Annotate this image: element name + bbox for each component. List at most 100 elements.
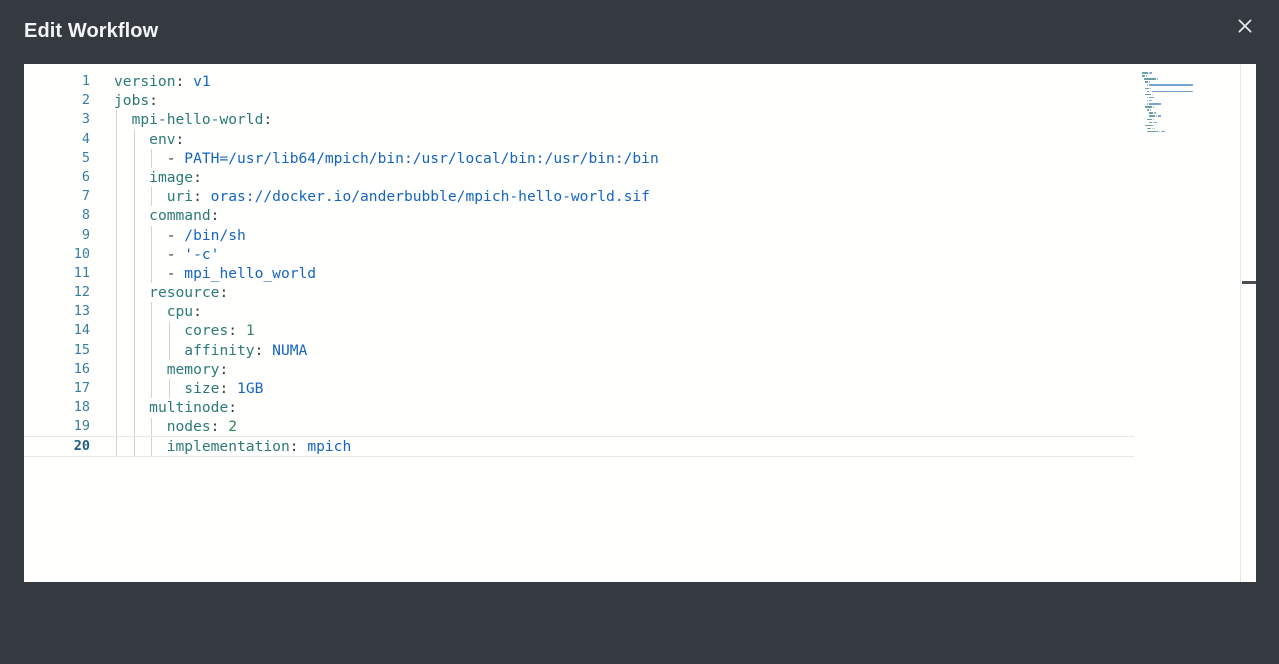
yaml-editor[interactable]: 1 2 3 4 5 6 7 8 9 10 11 12 13 14 15 16 17 18 19 20 version:… — [24, 64, 1256, 582]
minimap-line — [1148, 112, 1153, 114]
line-number: 2 — [81, 92, 90, 109]
minimap-line — [1142, 75, 1146, 77]
code-line[interactable]: - mpi_hello_world — [114, 264, 1256, 283]
code-line[interactable]: cpu: — [114, 302, 1256, 321]
code-content[interactable]: version: v1 jobs: mpi-hello-world: env: -… — [24, 72, 1256, 572]
code-token: memory — [166, 360, 220, 378]
code-line[interactable]: multinode: — [114, 398, 1256, 417]
code-token: implementation — [166, 437, 290, 455]
code-token: oras://docker.io/anderbubble/mpich-hello… — [210, 188, 650, 206]
code-token: : — [193, 303, 202, 321]
line-number: 5 — [81, 149, 90, 166]
minimap-line — [1148, 115, 1156, 117]
close-icon — [1236, 17, 1254, 35]
code-token: : — [193, 168, 202, 186]
close-button[interactable] — [1227, 8, 1263, 44]
code-token: nodes — [166, 418, 211, 436]
minimap-line — [1146, 99, 1148, 102]
code-line[interactable]: version: v1 — [114, 72, 1256, 91]
minimap-line — [1156, 78, 1158, 80]
minimap-line — [1150, 87, 1152, 90]
minimap-line — [1150, 72, 1152, 74]
code-token: '-c' — [184, 245, 220, 263]
minimap-line — [1148, 121, 1152, 124]
minimap-line — [1146, 118, 1152, 121]
editor-body[interactable]: 1 2 3 4 5 6 7 8 9 10 11 12 13 14 15 16 17 18 19 20 version:… — [24, 64, 1256, 582]
code-line[interactable]: affinity: NUMA — [114, 341, 1256, 360]
line-number: 15 — [73, 341, 90, 358]
code-token: version — [114, 73, 176, 90]
code-token: - — [114, 149, 185, 167]
code-token: NUMA — [272, 341, 308, 359]
code-token: /bin/sh — [184, 226, 246, 244]
code-line[interactable]: env: — [114, 130, 1256, 149]
code-line[interactable]: resource: — [114, 283, 1256, 302]
code-line[interactable]: - /bin/sh — [114, 226, 1256, 245]
code-token: : — [289, 437, 308, 455]
minimap-line — [1146, 109, 1150, 111]
minimap-line — [1148, 103, 1161, 105]
vertical-scrollbar[interactable] — [1240, 64, 1256, 582]
minimap-line — [1155, 112, 1157, 114]
minimap-line — [1146, 130, 1159, 133]
line-number: 1 — [81, 73, 90, 89]
code-line[interactable]: image: — [114, 168, 1256, 187]
line-number: 13 — [73, 303, 90, 320]
code-token: 2 — [228, 418, 238, 436]
code-line[interactable]: uri: oras://docker.io/anderbubble/mpich-… — [114, 187, 1256, 206]
code-line[interactable]: jobs: — [114, 91, 1256, 110]
minimap-line — [1145, 124, 1153, 127]
line-number: 17 — [73, 380, 90, 396]
code-token: uri — [166, 188, 194, 206]
code-line[interactable]: - PATH=/usr/lib64/mpich/bin:/usr/local/b… — [114, 149, 1256, 168]
code-token: : — [149, 92, 158, 110]
code-line[interactable]: memory: — [114, 360, 1256, 379]
code-token: image — [149, 168, 194, 186]
minimap-line — [1152, 90, 1193, 93]
code-line[interactable]: - '-c' — [114, 245, 1256, 264]
minimap-line — [1156, 115, 1158, 117]
code-token: resource — [149, 284, 220, 302]
code-token: - — [114, 264, 185, 282]
minimap-line — [1152, 118, 1154, 121]
code-token: : — [193, 188, 211, 206]
line-number: 20 — [73, 437, 90, 454]
minimap-line — [1150, 109, 1152, 111]
minimap-line — [1145, 81, 1148, 83]
code-token: v1 — [193, 73, 211, 90]
code-token: command — [149, 207, 211, 225]
minimap-line — [1146, 96, 1148, 99]
editor-minimap[interactable] — [1134, 64, 1240, 582]
minimap-line — [1142, 72, 1148, 74]
line-number: 16 — [73, 360, 90, 377]
code-token: mpich — [307, 437, 352, 455]
minimap-line — [1153, 127, 1155, 130]
code-token: : — [210, 207, 220, 225]
code-token: affinity — [184, 341, 255, 359]
code-line[interactable]: cores: 1 — [114, 321, 1256, 340]
code-line[interactable]: size: 1GB — [114, 379, 1256, 398]
page-title: Edit Workflow — [24, 20, 159, 42]
code-line[interactable]: mpi-hello-world: — [114, 110, 1256, 129]
code-token: : — [219, 380, 238, 397]
line-number: 4 — [81, 130, 90, 147]
code-line[interactable]: nodes: 2 — [114, 417, 1256, 436]
minimap-line — [1148, 84, 1193, 86]
minimap-line — [1152, 106, 1154, 108]
minimap-line — [1145, 87, 1150, 90]
dialog-footer: Copy to Clipboard Cancel Save — [0, 582, 1279, 664]
minimap-line — [1151, 127, 1153, 130]
code-token: cpu — [166, 303, 194, 321]
code-line[interactable]: command: — [114, 206, 1256, 225]
code-token: jobs — [114, 92, 150, 110]
code-token: : — [228, 399, 238, 417]
code-token: : — [263, 111, 273, 129]
code-line[interactable]: implementation: mpich — [24, 435, 1256, 457]
minimap-line — [1157, 115, 1161, 117]
